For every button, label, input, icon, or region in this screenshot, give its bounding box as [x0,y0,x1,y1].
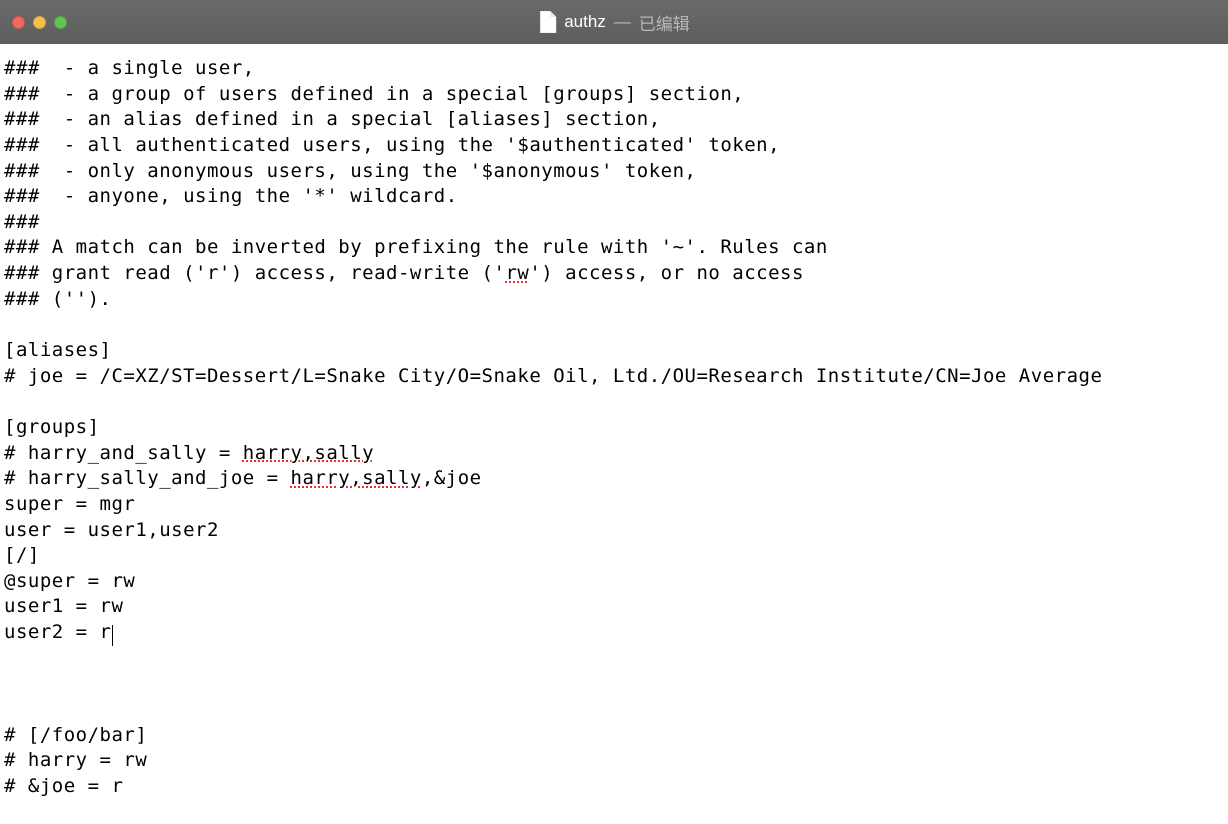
filename: authz [564,12,606,32]
editor-line: # [/foo/bar] [4,723,1224,749]
editor-line: # joe = /C=XZ/ST=Dessert/L=Snake City/O=… [4,364,1224,390]
editor-line: ### - all authenticated users, using the… [4,133,1224,159]
document-icon [538,11,556,33]
editor-line: ### (''). [4,287,1224,313]
editor-line: ### - only anonymous users, using the '$… [4,159,1224,185]
editor-line: ### - a single user, [4,56,1224,82]
editor-line: # harry = rw [4,748,1224,774]
text-editor[interactable]: ### - a single user,### - a group of use… [0,44,1228,804]
text-cursor [112,625,113,646]
editor-line: [aliases] [4,338,1224,364]
editor-line: @super = rw [4,569,1224,595]
editor-line: ### grant read ('r') access, read-write … [4,261,1224,287]
title-separator: — [614,12,631,32]
traffic-lights [12,16,67,29]
close-button[interactable] [12,16,25,29]
editor-line: # harry_and_sally = harry,sally [4,441,1224,467]
editor-line: user = user1,user2 [4,518,1224,544]
editor-line: ### - an alias defined in a special [ali… [4,107,1224,133]
editor-line: ### - anyone, using the '*' wildcard. [4,184,1224,210]
editor-line: ### - a group of users defined in a spec… [4,82,1224,108]
editor-line [4,389,1224,415]
maximize-button[interactable] [54,16,67,29]
editor-line [4,671,1224,697]
editor-line [4,697,1224,723]
editor-line: ### A match can be inverted by prefixing… [4,235,1224,261]
editor-line: [/] [4,543,1224,569]
editor-line: user2 = r [4,620,1224,646]
editor-line: super = mgr [4,492,1224,518]
editor-line [4,312,1224,338]
window-titlebar: authz — 已编辑 [0,0,1228,44]
editor-line: # &joe = r [4,774,1224,800]
window-title: authz — 已编辑 [538,10,690,35]
editor-line [4,646,1224,672]
editor-line: ### [4,210,1224,236]
editor-line: user1 = rw [4,594,1224,620]
editor-line: [groups] [4,415,1224,441]
editor-line: # harry_sally_and_joe = harry,sally,&joe [4,466,1224,492]
minimize-button[interactable] [33,16,46,29]
edit-status: 已编辑 [639,10,690,35]
